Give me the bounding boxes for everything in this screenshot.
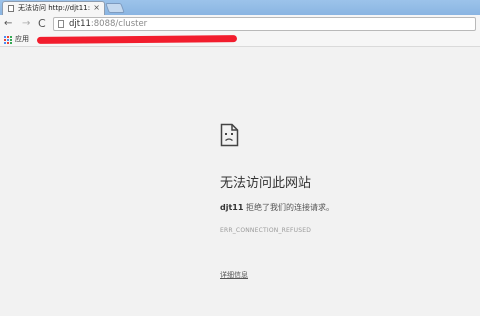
apps-grid-icon[interactable] (4, 36, 12, 44)
error-description: djt11 拒绝了我们的连接请求。 (220, 202, 334, 213)
tab-title: 无法访问 http://djt11:80 (18, 4, 90, 12)
url-text[interactable]: djt11:8088/cluster (69, 18, 147, 31)
bookmarks-bar: 应用 (0, 33, 480, 47)
error-title: 无法访问此网站 (220, 176, 312, 191)
forward-button[interactable]: → (22, 17, 30, 31)
error-code: ERR_CONNECTION_REFUSED (220, 227, 312, 234)
title-bar: 无法访问 http://djt11:80 × (0, 0, 480, 15)
document-icon (8, 5, 14, 12)
redaction-mark (36, 35, 238, 44)
error-host: djt11 (220, 203, 244, 212)
error-message: 拒绝了我们的连接请求。 (243, 203, 334, 212)
apps-bookmark[interactable]: 应用 (15, 34, 29, 45)
sad-document-icon (220, 123, 239, 147)
page-info-icon[interactable] (58, 20, 64, 28)
url-path: :8088/cluster (90, 19, 148, 29)
browser-tab[interactable]: 无法访问 http://djt11:80 × (2, 1, 105, 15)
details-link[interactable]: 详细信息 (220, 270, 248, 280)
url-host: djt11 (69, 19, 91, 29)
address-bar[interactable]: djt11:8088/cluster (53, 17, 476, 31)
toolbar: ← → C djt11:8088/cluster (0, 15, 480, 33)
back-button[interactable]: ← (4, 17, 12, 31)
new-tab-button[interactable] (105, 3, 125, 13)
reload-button[interactable]: C (38, 17, 46, 31)
close-tab-icon[interactable]: × (93, 2, 100, 13)
